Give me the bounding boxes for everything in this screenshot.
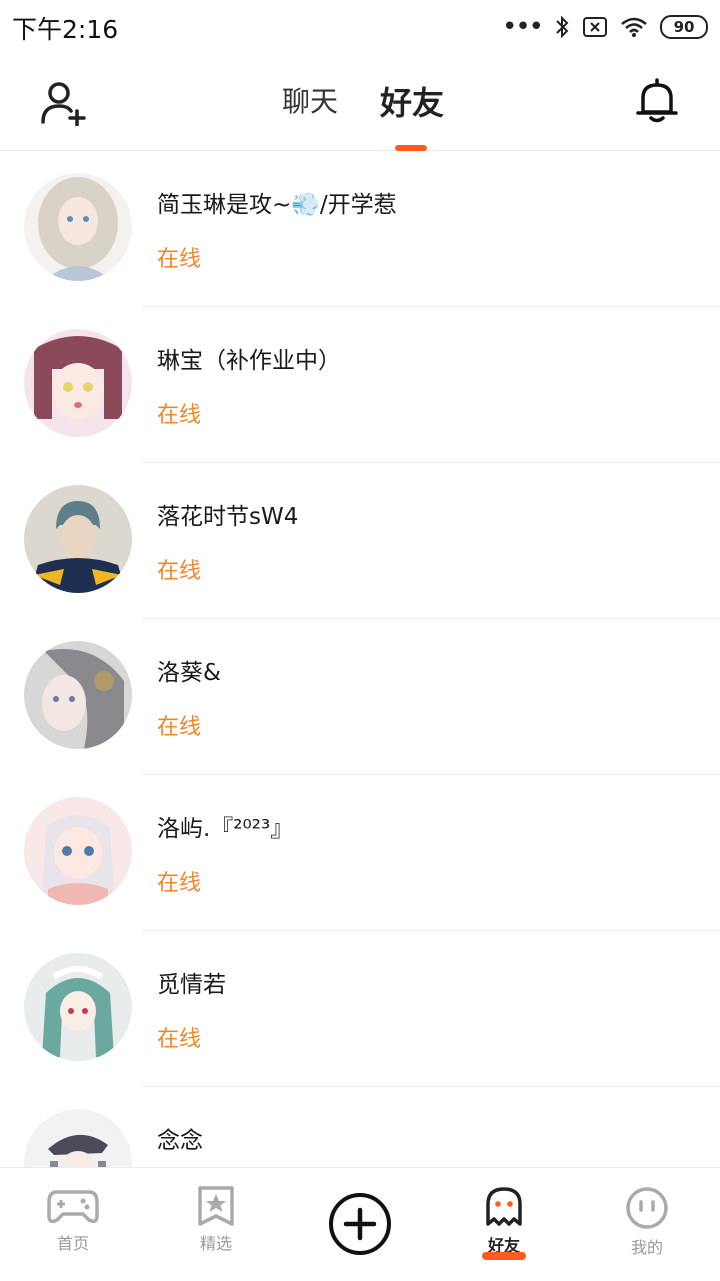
friend-name: 简玉琳是攻~💨/开学惹 (157, 192, 397, 218)
header: 聊天 好友 (0, 54, 720, 151)
friend-name: 落花时节sW4 (157, 504, 299, 530)
friend-name: 念念 (157, 1128, 203, 1154)
avatar (24, 173, 132, 281)
gamepad-icon (47, 1190, 99, 1224)
bottom-nav: 首页 精选 好友 我的 (0, 1167, 720, 1281)
avatar (24, 641, 132, 749)
tab-chat[interactable]: 聊天 (282, 80, 338, 120)
avatar (24, 953, 132, 1061)
status-icons: ••• 90 (502, 12, 708, 42)
bluetooth-icon (556, 15, 569, 39)
avatar (24, 797, 132, 905)
avatar (24, 485, 132, 593)
nav-featured[interactable]: 精选 (166, 1186, 266, 1254)
friend-name: 洛葵& (157, 660, 221, 686)
plus-circle-icon (329, 1193, 391, 1255)
friend-row[interactable]: 觅情若 在线 (0, 931, 720, 1087)
more-dots-icon: ••• (501, 12, 544, 42)
sim-off-icon (583, 17, 607, 37)
friend-status: 在线 (157, 715, 202, 740)
friend-row[interactable]: 洛葵& 在线 (0, 619, 720, 775)
nav-create[interactable] (310, 1192, 410, 1256)
friend-row[interactable]: 洛屿.『²⁰²³』 在线 (0, 775, 720, 931)
active-nav-indicator (482, 1252, 526, 1260)
avatar (24, 1109, 132, 1167)
nav-label: 首页 (56, 1234, 89, 1253)
status-bar: 下午2:16 ••• 90 (0, 0, 720, 54)
wifi-icon (621, 17, 647, 37)
friend-row[interactable]: 琳宝（补作业中） 在线 (0, 307, 720, 463)
nav-me[interactable]: 我的 (597, 1186, 697, 1258)
battery-indicator: 90 (660, 15, 708, 39)
nav-friends[interactable]: 好友 (454, 1186, 554, 1256)
bell-icon[interactable] (634, 76, 680, 126)
friend-status: 在线 (157, 559, 202, 584)
friend-row[interactable]: 落花时节sW4 在线 (0, 463, 720, 619)
friend-status: 在线 (157, 1027, 202, 1052)
friend-name: 洛屿.『²⁰²³』 (157, 816, 294, 842)
friend-name: 琳宝（补作业中） (157, 348, 341, 374)
face-icon (626, 1187, 668, 1229)
add-friend-icon[interactable] (38, 80, 90, 126)
friend-name: 觅情若 (157, 972, 226, 998)
status-time: 下午2:16 (12, 15, 119, 44)
friend-status: 在线 (157, 247, 202, 272)
nav-home[interactable]: 首页 (23, 1186, 123, 1254)
avatar (24, 329, 132, 437)
friend-row[interactable]: 念念 (0, 1087, 720, 1167)
bookmark-star-icon (198, 1186, 234, 1226)
friend-status: 在线 (157, 871, 202, 896)
friend-list: 简玉琳是攻~💨/开学惹 在线 琳宝（补作业中） 在线 落花时节sW4 在线 洛葵… (0, 151, 720, 1167)
nav-label: 精选 (199, 1234, 232, 1253)
tab-friends[interactable]: 好友 (380, 78, 444, 124)
nav-label: 我的 (630, 1238, 663, 1257)
friend-row[interactable]: 简玉琳是攻~💨/开学惹 在线 (0, 151, 720, 307)
friend-status: 在线 (157, 403, 202, 428)
ghost-icon (486, 1187, 522, 1226)
